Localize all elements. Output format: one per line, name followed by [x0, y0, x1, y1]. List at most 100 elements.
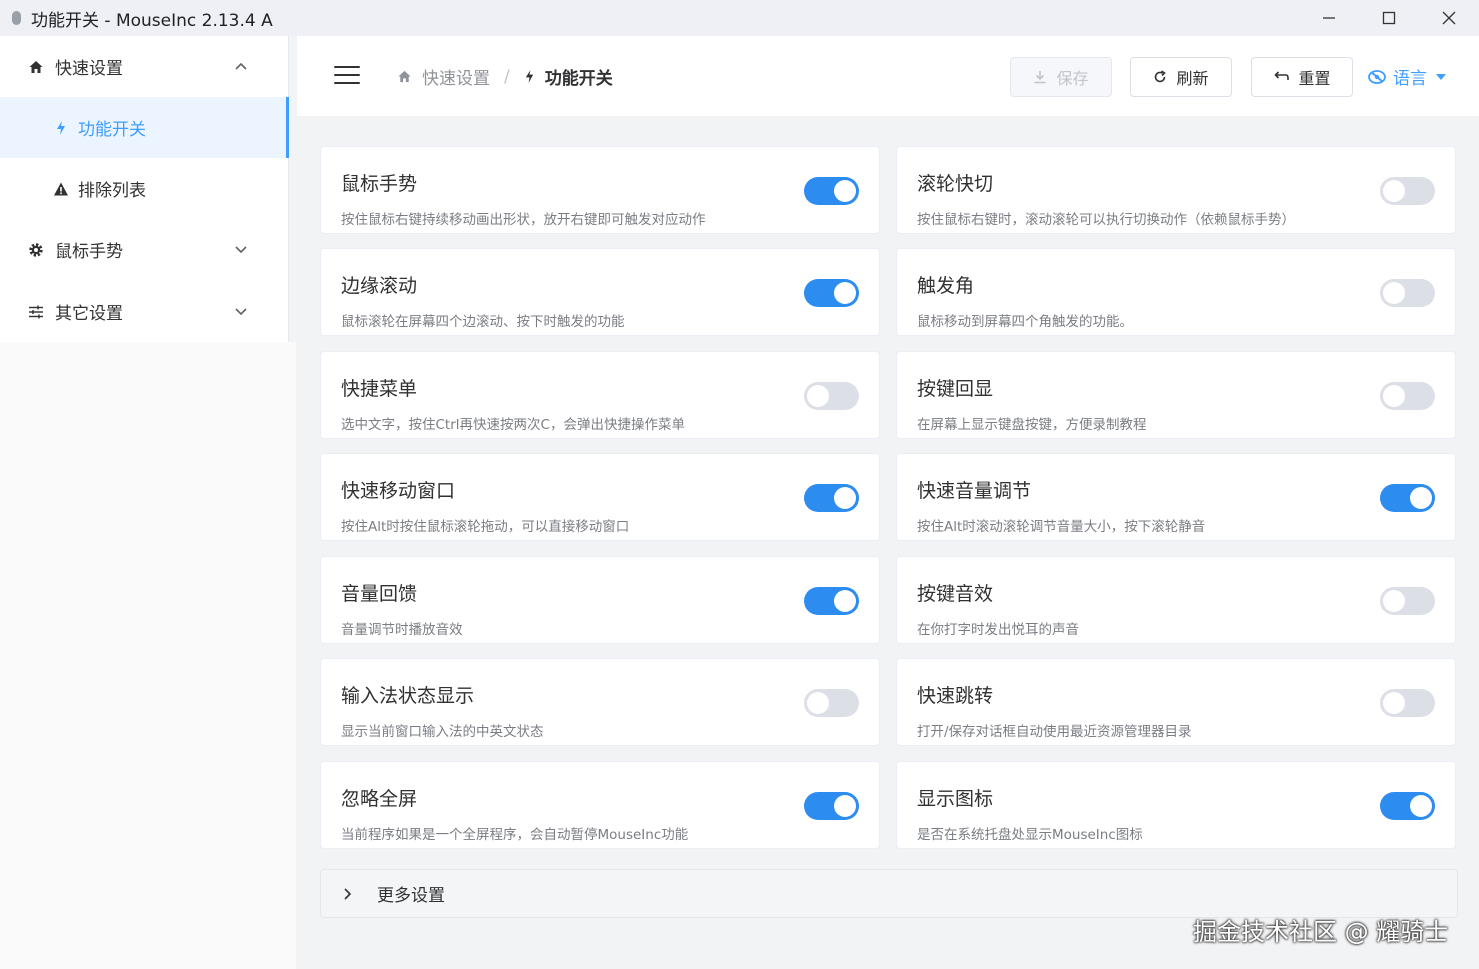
maximize-icon [1382, 11, 1396, 25]
chevron-down-icon [234, 303, 248, 323]
toggle-knob [807, 385, 829, 407]
feature-title: 边缘滚动 [341, 275, 418, 297]
toggle-knob [834, 795, 856, 817]
feature-toggle[interactable] [804, 177, 859, 205]
feature-description: 鼠标移动到屏幕四个角触发的功能。 [917, 314, 1133, 330]
feature-toggle[interactable] [1380, 689, 1435, 717]
feature-description: 打开/保存对话框自动使用最近资源管理器目录 [917, 724, 1192, 740]
feature-card: 鼠标手势 按住鼠标右键持续移动画出形状，放开右键即可触发对应动作 [320, 146, 880, 234]
toggle-knob [1383, 282, 1405, 304]
feature-toggle[interactable] [1380, 484, 1435, 512]
feature-description: 按住Alt时滚动滚轮调节音量大小，按下滚轮静音 [917, 519, 1206, 535]
feature-title: 显示图标 [917, 788, 994, 810]
save-button[interactable]: 保存 [1010, 57, 1112, 97]
minimize-button[interactable] [1299, 0, 1359, 36]
page-header: 快速设置 / 功能开关 保存 刷新 重置 语言 [297, 36, 1479, 116]
reset-button[interactable]: 重置 [1251, 57, 1353, 97]
sidebar-item-other-settings[interactable]: 其它设置 [0, 281, 288, 342]
breadcrumb-item-quick-settings[interactable]: 快速设置 [397, 64, 490, 89]
window-title: 功能开关 - MouseInc 2.13.4 A [31, 10, 273, 31]
refresh-icon [1153, 70, 1167, 84]
feature-title: 快速音量调节 [917, 480, 1032, 502]
toggle-knob [1383, 180, 1405, 202]
sidebar-item-feature-switch[interactable]: 功能开关 [0, 97, 289, 158]
bolt-icon [52, 119, 70, 137]
feature-card: 触发角 鼠标移动到屏幕四个角触发的功能。 [896, 248, 1456, 336]
feature-card: 输入法状态显示 显示当前窗口输入法的中英文状态 [320, 658, 880, 746]
toggle-knob [834, 180, 856, 202]
feature-title: 滚轮快切 [917, 173, 994, 195]
feature-card: 忽略全屏 当前程序如果是一个全屏程序，会自动暂停MouseInc功能 [320, 761, 880, 849]
feature-toggle[interactable] [1380, 587, 1435, 615]
feature-description: 按住Alt时按住鼠标滚轮拖动，可以直接移动窗口 [341, 519, 630, 535]
feature-toggle[interactable] [804, 792, 859, 820]
sidebar-item-quick-settings[interactable]: 快速设置 [0, 36, 288, 97]
feature-toggle[interactable] [1380, 382, 1435, 410]
feature-title: 快速移动窗口 [341, 480, 456, 502]
feature-card: 快速跳转 打开/保存对话框自动使用最近资源管理器目录 [896, 658, 1456, 746]
more-settings-label: 更多设置 [377, 886, 445, 906]
warning-icon [52, 180, 70, 198]
language-dropdown[interactable]: 语言 [1367, 64, 1446, 89]
feature-card: 显示图标 是否在系统托盘处显示MouseInc图标 [896, 761, 1456, 849]
feature-description: 是否在系统托盘处显示MouseInc图标 [917, 827, 1143, 843]
feature-title: 音量回馈 [341, 583, 418, 605]
title-bar: 功能开关 - MouseInc 2.13.4 A [0, 0, 1479, 36]
chevron-right-icon [343, 887, 353, 901]
gear-icon [27, 241, 45, 259]
feature-toggle[interactable] [804, 587, 859, 615]
feature-description: 在你打字时发出悦耳的声音 [917, 622, 1079, 638]
home-icon [397, 69, 412, 84]
feature-card: 快速移动窗口 按住Alt时按住鼠标滚轮拖动，可以直接移动窗口 [320, 453, 880, 541]
feature-toggle[interactable] [804, 382, 859, 410]
feature-card: 滚轮快切 按住鼠标右键时，滚动滚轮可以执行切换动作（依赖鼠标手势） [896, 146, 1456, 234]
feature-description: 按住鼠标右键时，滚动滚轮可以执行切换动作（依赖鼠标手势） [917, 212, 1295, 228]
sidebar-item-label: 快速设置 [55, 59, 123, 79]
toggle-knob [1410, 795, 1432, 817]
maximize-button[interactable] [1359, 0, 1419, 36]
feature-title: 快速跳转 [917, 685, 994, 707]
feature-card: 边缘滚动 鼠标滚轮在屏幕四个边滚动、按下时触发的功能 [320, 248, 880, 336]
refresh-label: 刷新 [1176, 69, 1209, 88]
feature-toggle[interactable] [1380, 279, 1435, 307]
breadcrumb: 快速设置 / 功能开关 [397, 64, 613, 89]
feature-card: 按键音效 在你打字时发出悦耳的声音 [896, 556, 1456, 644]
toggle-knob [1410, 487, 1432, 509]
sidebar-item-mouse-gesture[interactable]: 鼠标手势 [0, 219, 288, 280]
minimize-icon [1323, 17, 1335, 19]
breadcrumb-item-feature-switch: 功能开关 [524, 64, 613, 89]
feature-title: 输入法状态显示 [341, 685, 475, 707]
feature-toggle[interactable] [1380, 792, 1435, 820]
refresh-button[interactable]: 刷新 [1130, 57, 1232, 97]
watermark: 掘金技术社区 @ 耀骑士 [1193, 918, 1449, 946]
reset-label: 重置 [1298, 69, 1331, 88]
toggle-knob [1383, 692, 1405, 714]
toggle-knob [807, 692, 829, 714]
toggle-knob [834, 282, 856, 304]
feature-title: 触发角 [917, 275, 975, 297]
close-button[interactable] [1419, 0, 1479, 36]
feature-title: 按键回显 [917, 378, 994, 400]
sidebar-item-exclusion-list[interactable]: 排除列表 [0, 158, 288, 219]
breadcrumb-separator: / [504, 66, 510, 87]
feature-toggle[interactable] [1380, 177, 1435, 205]
home-icon [27, 58, 45, 76]
toggle-knob [834, 487, 856, 509]
sliders-icon [27, 303, 45, 321]
feature-description: 显示当前窗口输入法的中英文状态 [341, 724, 544, 740]
feature-toggle[interactable] [804, 484, 859, 512]
sidebar-empty-area [0, 342, 296, 969]
hamburger-icon [334, 66, 360, 68]
undo-icon [1273, 70, 1290, 84]
hamburger-menu-button[interactable] [334, 66, 360, 86]
feature-title: 快捷菜单 [341, 378, 418, 400]
feature-card: 音量回馈 音量调节时播放音效 [320, 556, 880, 644]
more-settings-collapse[interactable]: 更多设置 [320, 869, 1458, 918]
feature-toggle[interactable] [804, 279, 859, 307]
caret-down-icon [1436, 73, 1446, 81]
feature-toggle[interactable] [804, 689, 859, 717]
close-icon [1442, 11, 1456, 25]
mouse-app-icon [12, 11, 21, 25]
language-label: 语言 [1393, 69, 1427, 89]
chevron-down-icon [234, 241, 248, 261]
